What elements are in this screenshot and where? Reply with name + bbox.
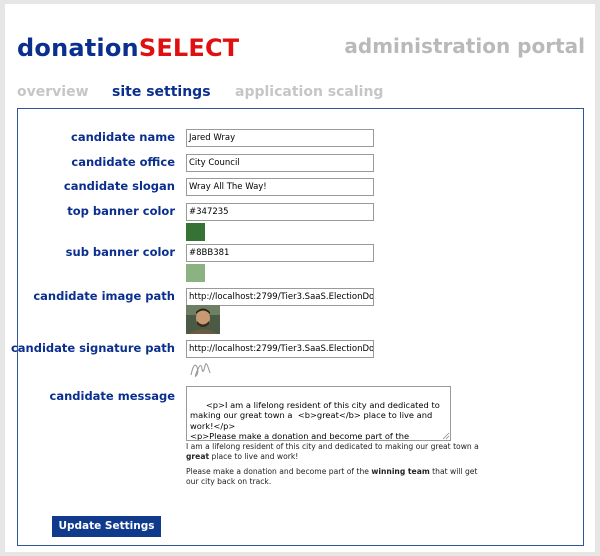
signature-image xyxy=(188,357,214,383)
candidate-message-textarea[interactable]: <p>I am a lifelong resident of this city… xyxy=(186,386,451,441)
top-banner-color-input[interactable]: #347235 xyxy=(186,203,374,221)
brand-logo-part1: donation xyxy=(17,34,139,62)
sub-banner-color-input[interactable]: #8BB381 xyxy=(186,244,374,262)
candidate-name-label: candidate name xyxy=(71,130,175,144)
candidate-slogan-label: candidate slogan xyxy=(63,179,175,193)
portal-title: administration portal xyxy=(344,34,585,58)
candidate-slogan-input[interactable]: Wray All The Way! xyxy=(186,178,374,196)
candidate-signature-path-input[interactable]: http://localhost:2799/Tier3.SaaS.Electio… xyxy=(186,340,374,358)
preview-p1-text: I am a lifelong resident of this city an… xyxy=(186,442,479,451)
page: donationSELECT administration portal ove… xyxy=(5,4,595,552)
sub-banner-color-swatch xyxy=(186,264,205,282)
top-banner-color-swatch xyxy=(186,223,205,241)
candidate-photo-image xyxy=(186,305,220,334)
candidate-image-path-input[interactable]: http://localhost:2799/Tier3.SaaS.Electio… xyxy=(186,288,374,306)
candidate-office-input[interactable]: City Council xyxy=(186,154,374,172)
candidate-message-text: <p>I am a lifelong resident of this city… xyxy=(190,399,440,441)
preview-p2-text: Please make a donation and become part o… xyxy=(186,467,369,476)
settings-panel: candidate name Jared Wray candidate offi… xyxy=(11,108,584,546)
candidate-photo xyxy=(186,305,220,334)
preview-p1-text-end: place to live and work! xyxy=(211,452,299,461)
candidate-signature-path-label: candidate signature path xyxy=(10,341,175,355)
update-settings-button[interactable]: Update Settings xyxy=(52,516,161,537)
brand-logo: donationSELECT xyxy=(17,34,239,62)
brand-logo-part2: SELECT xyxy=(138,34,240,62)
candidate-office-label: candidate office xyxy=(71,155,175,169)
resize-grip-icon[interactable] xyxy=(442,432,450,440)
preview-p2-bold: winning team xyxy=(371,467,430,476)
tab-overview[interactable]: overview xyxy=(17,84,89,100)
candidate-name-input[interactable]: Jared Wray xyxy=(186,129,374,147)
preview-p1-bold: great xyxy=(186,452,210,461)
tab-site-settings[interactable]: site settings xyxy=(112,84,211,100)
top-banner-color-label: top banner color xyxy=(67,204,175,218)
message-preview-paragraph-1: I am a lifelong resident of this city an… xyxy=(186,442,491,462)
sub-banner-color-label: sub banner color xyxy=(65,245,175,259)
candidate-image-path-label: candidate image path xyxy=(33,289,175,303)
tab-application-scaling[interactable]: application scaling xyxy=(235,84,383,100)
candidate-message-label: candidate message xyxy=(49,389,176,403)
message-preview-paragraph-2: Please make a donation and become part o… xyxy=(186,467,491,487)
